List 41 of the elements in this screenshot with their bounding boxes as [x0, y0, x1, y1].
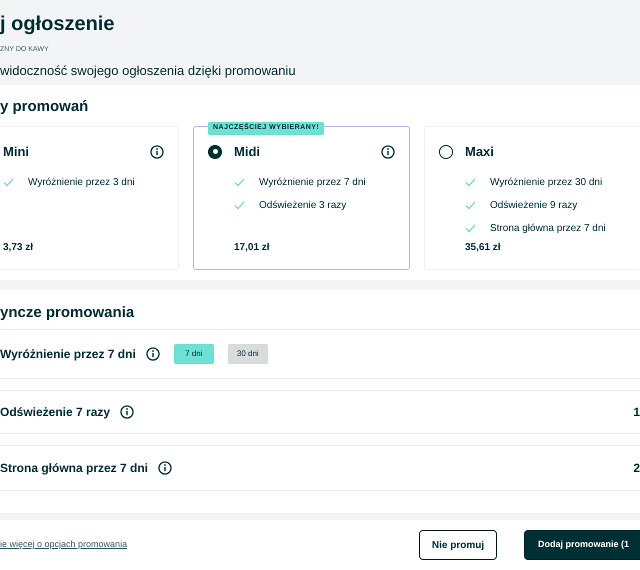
option-price: 2: [633, 460, 640, 477]
plan-price: 17,01 zł: [233, 241, 271, 255]
check-icon: [234, 200, 245, 210]
duration-chip[interactable]: 7 dni: [174, 344, 214, 364]
learn-more-link[interactable]: ie więcej o opcjach promowania: [0, 538, 419, 552]
info-icon[interactable]: [120, 405, 134, 419]
plan-name: Maxi: [465, 143, 495, 161]
radio-button[interactable]: [208, 144, 222, 159]
add-promotion-button[interactable]: Dodaj promowanie (1: [524, 530, 640, 560]
section-heading: y promowań: [0, 97, 90, 117]
feature-text: Odświeżenie 3 razy: [259, 198, 346, 212]
check-icon: [465, 178, 476, 186]
info-icon[interactable]: [158, 461, 172, 475]
page-description: widoczność swojego ogłoszenia dzięki promowaniu: [0, 62, 297, 80]
section-heading: yncze promowania: [0, 303, 136, 323]
option-price: 1: [633, 404, 640, 421]
feature-text: Wyróżnienie przez 3 dni: [28, 176, 135, 190]
plan-name: Midi: [234, 143, 261, 161]
radio-button[interactable]: [439, 144, 453, 159]
info-icon[interactable]: [381, 144, 395, 159]
info-icon[interactable]: [150, 144, 164, 159]
feature-text: Wyróżnienie przez 30 dni: [490, 176, 602, 190]
plan-price: 35,61 zł: [464, 241, 502, 255]
page-title: j ogłoszenie: [0, 12, 116, 36]
info-icon[interactable]: [146, 347, 160, 361]
plan-card[interactable]: Mini Wyróżnienie przez 3 dni 3,73 zł: [0, 126, 179, 270]
plan-price: 3,73 zł: [2, 241, 34, 255]
check-icon: [465, 200, 476, 210]
no-promotion-button[interactable]: Nie promuj: [419, 530, 497, 560]
feature-text: Strona główna przez 7 dni: [490, 222, 606, 236]
duration-chip[interactable]: 30 dni: [228, 344, 268, 364]
option-label: Odświeżenie 7 razy: [0, 404, 110, 421]
option-label: Strona główna przez 7 dni: [0, 460, 148, 477]
check-icon: [3, 178, 14, 186]
plan-name: Mini: [3, 143, 30, 161]
feature-text: Odświeżenie 9 razy: [490, 198, 578, 212]
option-label: Wyróżnienie przez 7 dni: [0, 346, 136, 363]
check-icon: [465, 224, 476, 232]
plan-card[interactable]: Maxi Wyróżnienie przez 30 dni Odświeżenie 9 razy Strona główna przez 7 dni 35,61 zł: [424, 126, 640, 270]
feature-text: Wyróżnienie przez 7 dni: [259, 176, 366, 190]
check-icon: [234, 178, 245, 186]
